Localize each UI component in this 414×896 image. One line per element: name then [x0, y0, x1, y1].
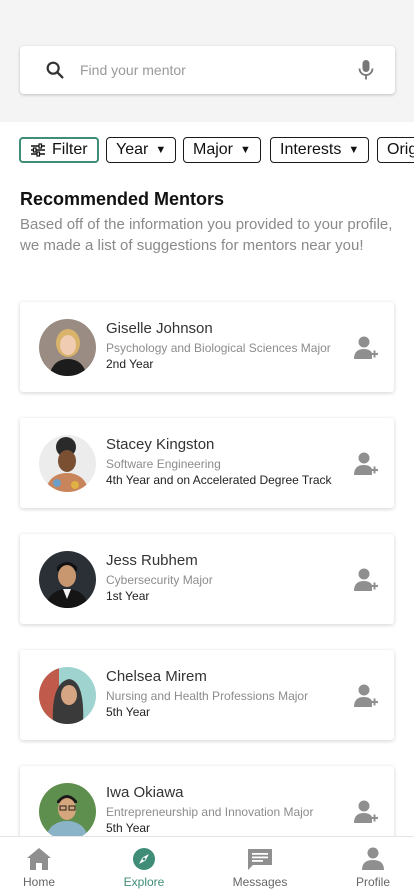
origin-chip-label: Orig	[387, 141, 414, 158]
nav-messages-label: Messages	[232, 875, 288, 889]
add-mentor-icon[interactable]	[354, 799, 378, 825]
add-mentor-icon[interactable]	[354, 567, 378, 593]
mentor-name: Jess Rubhem	[106, 552, 198, 569]
mentor-year: 1st Year	[106, 589, 150, 603]
section-description: Based off of the information you provide…	[20, 216, 393, 254]
add-mentor-icon[interactable]	[354, 335, 378, 361]
major-chip[interactable]: Major ▼	[183, 137, 261, 163]
year-chip[interactable]: Year ▼	[106, 137, 177, 163]
avatar	[39, 319, 96, 376]
filter-chip[interactable]: Filter	[19, 137, 99, 163]
mentor-name: Stacey Kingston	[106, 436, 215, 453]
nav-home-label: Home	[22, 875, 55, 889]
section-title: Recommended Mentors	[20, 189, 225, 209]
search-input[interactable]	[80, 62, 340, 78]
origin-chip[interactable]: Orig	[377, 137, 414, 163]
interests-chip-label: Interests	[280, 141, 342, 158]
mentor-card[interactable]: Jess Rubhem Cybersecurity Major 1st Year	[20, 534, 394, 624]
nav-explore[interactable]: Explore	[109, 837, 179, 896]
nav-profile[interactable]: Profile	[340, 837, 406, 896]
mentor-name: Giselle Johnson	[106, 320, 213, 337]
nav-messages[interactable]: Messages	[222, 837, 298, 896]
mentor-explore-screen: Filter Year ▼ Major ▼ Interests ▼ Orig R…	[0, 0, 414, 896]
compass-icon	[133, 848, 155, 870]
search-bar[interactable]	[20, 46, 395, 94]
mentor-name: Iwa Okiawa	[106, 784, 184, 801]
major-chip-label: Major	[193, 141, 234, 158]
avatar	[39, 667, 96, 724]
message-icon	[248, 849, 272, 870]
mentor-year: 4th Year and on Accelerated Degree Track	[106, 473, 332, 487]
search-icon	[46, 61, 64, 79]
caret-down-icon: ▼	[155, 144, 167, 156]
mentor-card[interactable]: Stacey Kingston Software Engineering 4th…	[20, 418, 394, 508]
microphone-icon[interactable]	[357, 59, 375, 81]
filter-sliders-icon	[31, 143, 45, 157]
mentor-year: 5th Year	[106, 821, 151, 835]
mentor-year: 2nd Year	[106, 357, 154, 371]
filter-chip-label: Filter	[52, 141, 88, 158]
bottom-navigation: Home Explore Messages Profile	[0, 836, 414, 896]
avatar	[39, 435, 96, 492]
nav-explore-label: Explore	[123, 875, 165, 889]
avatar	[39, 783, 96, 840]
caret-down-icon: ▼	[240, 144, 251, 156]
mentor-card[interactable]: Giselle Johnson Psychology and Biologica…	[20, 302, 394, 392]
mentor-card[interactable]: Chelsea Mirem Nursing and Health Profess…	[20, 650, 394, 740]
mentor-major: Software Engineering	[106, 457, 221, 471]
add-mentor-icon[interactable]	[354, 683, 378, 709]
home-icon	[27, 848, 51, 870]
mentor-year: 5th Year	[106, 705, 151, 719]
nav-profile-label: Profile	[355, 875, 390, 889]
mentor-major: Entrepreneurship and Innovation Major	[106, 805, 314, 819]
caret-down-icon: ▼	[348, 144, 360, 156]
year-chip-label: Year	[116, 141, 149, 158]
add-mentor-icon[interactable]	[354, 451, 378, 477]
interests-chip[interactable]: Interests ▼	[270, 137, 370, 163]
avatar	[39, 551, 96, 608]
mentor-major: Cybersecurity Major	[106, 573, 213, 587]
nav-home[interactable]: Home	[4, 837, 74, 896]
mentor-major: Nursing and Health Professions Major	[106, 689, 309, 703]
person-icon	[362, 847, 384, 870]
header-area	[0, 0, 414, 122]
mentor-major: Psychology and Biological Sciences Major	[106, 341, 331, 355]
mentor-name: Chelsea Mirem	[106, 668, 207, 685]
filter-chip-row: Filter Year ▼ Major ▼ Interests ▼ Orig	[0, 136, 414, 164]
